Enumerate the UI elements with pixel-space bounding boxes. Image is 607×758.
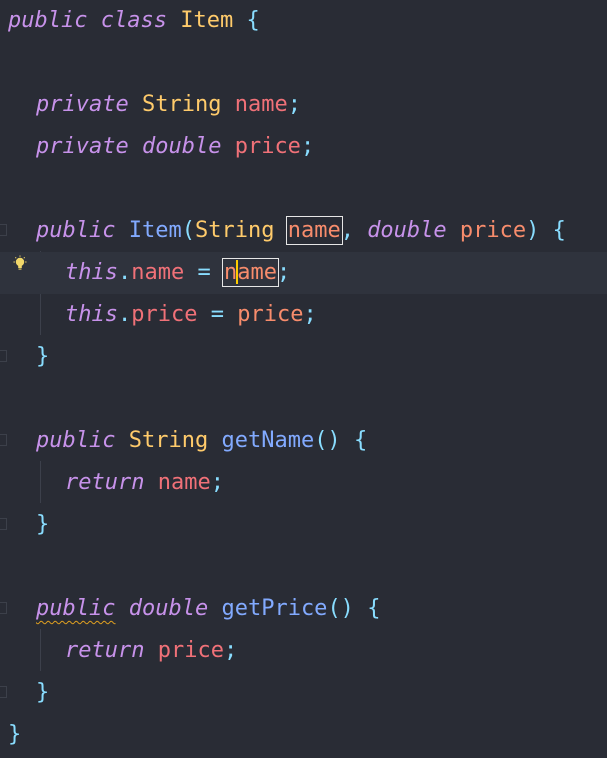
- keyword-class: class: [100, 8, 167, 33]
- code-line-11[interactable]: public String getName() {: [0, 420, 607, 462]
- type-string: String: [194, 218, 275, 243]
- code-editor[interactable]: public class Item { private String name;…: [0, 0, 607, 758]
- class-name: Item: [180, 8, 234, 33]
- brace: }: [36, 512, 50, 537]
- keyword-public: public: [36, 218, 116, 243]
- field-price: price: [131, 302, 198, 327]
- param-name-part-a: n: [223, 260, 238, 285]
- code-line-12[interactable]: return name;: [0, 462, 607, 504]
- brace: }: [36, 344, 50, 369]
- type-string: String: [141, 92, 222, 117]
- code-line-13[interactable]: }: [0, 504, 607, 546]
- code-line-17[interactable]: }: [0, 672, 607, 714]
- brace: {: [246, 8, 260, 33]
- param-name-part-b: ame: [237, 260, 277, 285]
- constructor-name: Item: [128, 218, 182, 243]
- type-double: double: [367, 218, 447, 243]
- semicolon: ;: [287, 92, 301, 117]
- param-price: price: [459, 218, 527, 243]
- semicolon: ;: [210, 470, 224, 495]
- param-name-highlighted[interactable]: name: [221, 258, 279, 287]
- keyword-private: private: [36, 92, 129, 117]
- field-name: name: [131, 260, 185, 285]
- field-price: price: [157, 638, 224, 663]
- keyword-this: this: [65, 302, 118, 327]
- code-line-16[interactable]: return price;: [0, 630, 607, 672]
- brace: }: [36, 680, 50, 705]
- keyword-private: private: [36, 134, 129, 159]
- code-line-18[interactable]: }: [0, 714, 607, 756]
- brace: }: [8, 722, 22, 747]
- param-name-highlighted[interactable]: name: [285, 216, 343, 245]
- code-line-8[interactable]: this.price = price;: [0, 294, 607, 336]
- semicolon: ;: [276, 260, 291, 285]
- code-line-7-current[interactable]: this.name = name;: [0, 252, 607, 294]
- field-name: name: [157, 470, 211, 495]
- code-line-15[interactable]: public double getPrice() {: [0, 588, 607, 630]
- brace: {: [353, 428, 368, 453]
- keyword-this: this: [65, 260, 118, 285]
- assign-operator: =: [210, 302, 224, 327]
- method-getname: getName: [221, 428, 315, 453]
- assign-operator: =: [197, 260, 211, 285]
- code-line-4[interactable]: private double price;: [0, 126, 607, 168]
- field-price: price: [234, 134, 301, 159]
- paren: ): [526, 218, 540, 243]
- semicolon: ;: [223, 638, 238, 663]
- keyword-return: return: [65, 638, 145, 663]
- parens: (): [327, 596, 354, 621]
- comma: ,: [340, 218, 354, 243]
- lightbulb-icon[interactable]: [12, 255, 28, 273]
- dot: .: [117, 260, 132, 285]
- text-caret: [236, 260, 239, 284]
- dot: .: [117, 302, 132, 327]
- type-double: double: [141, 134, 222, 159]
- paren: (: [181, 218, 195, 243]
- code-line-1[interactable]: public class Item {: [0, 0, 607, 42]
- keyword-public: public: [8, 8, 88, 33]
- code-line-3[interactable]: private String name;: [0, 84, 607, 126]
- brace: {: [367, 596, 381, 621]
- keyword-return: return: [65, 470, 145, 495]
- param-price: price: [237, 302, 304, 327]
- parens: (): [314, 428, 341, 453]
- keyword-public: public: [36, 428, 116, 453]
- semicolon: ;: [300, 134, 315, 159]
- code-line-9[interactable]: }: [0, 336, 607, 378]
- code-line-6[interactable]: public Item(String name, double price) {: [0, 210, 607, 252]
- semicolon: ;: [303, 302, 317, 327]
- method-getprice: getPrice: [221, 596, 328, 621]
- field-name: name: [234, 92, 288, 117]
- type-string: String: [128, 428, 209, 453]
- keyword-public-warning[interactable]: public: [36, 596, 115, 621]
- brace: {: [552, 218, 566, 243]
- type-double: double: [128, 596, 209, 621]
